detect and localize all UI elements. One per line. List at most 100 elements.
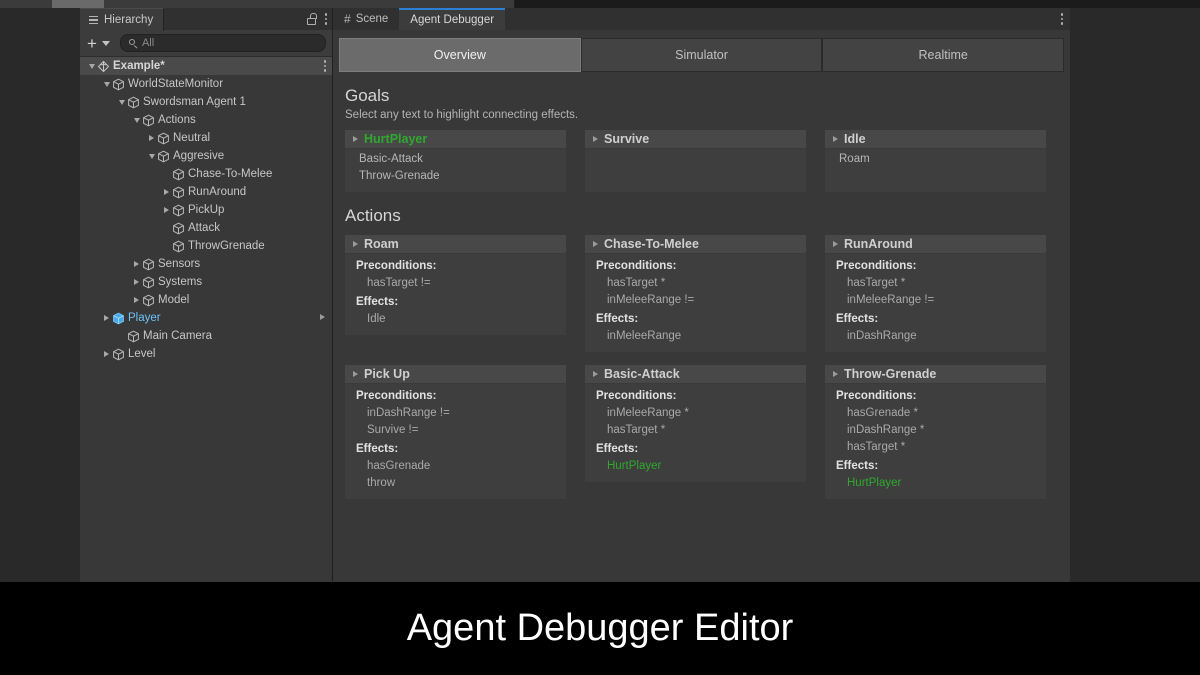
goal-card[interactable]: Survive [585,130,806,192]
twisty-collapsed-icon[interactable] [161,201,172,219]
editor-toolbar-strip[interactable] [0,0,1200,8]
tool-pivot[interactable] [364,0,455,8]
twisty-collapsed-icon[interactable] [593,136,598,142]
tool-rotate[interactable] [104,0,157,8]
kebab-menu-icon[interactable] [1060,12,1064,26]
twisty-collapsed-icon[interactable] [146,129,157,147]
twisty-expanded-icon[interactable] [116,93,127,111]
debugger-tab-scene[interactable]: #Scene [333,8,399,30]
tool-custom[interactable] [312,0,365,8]
tool-global[interactable] [454,0,515,8]
hierarchy-row[interactable]: WorldStateMonitor [80,75,332,93]
effect-item[interactable]: inDashRange [825,328,1046,345]
hierarchy-tab[interactable]: Hierarchy [80,8,164,31]
segment-simulator[interactable]: Simulator [581,38,823,72]
hierarchy-row[interactable]: ThrowGrenade [80,237,332,255]
action-card[interactable]: RunAroundPreconditions:hasTarget *inMele… [825,235,1046,352]
hierarchy-row[interactable]: Player [80,309,332,327]
twisty-expanded-icon[interactable] [101,75,112,93]
goal-card[interactable]: Idle Roam [825,130,1046,192]
hierarchy-row[interactable]: Aggresive [80,147,332,165]
precondition-item[interactable]: inDashRange != [345,405,566,422]
hierarchy-tree[interactable]: Example*WorldStateMonitorSwordsman Agent… [80,57,332,582]
action-card-header[interactable]: Throw-Grenade [825,365,1046,384]
effect-item[interactable]: throw [345,475,566,492]
twisty-collapsed-icon[interactable] [131,273,142,291]
twisty-expanded-icon[interactable] [86,57,97,75]
chevron-right-icon[interactable] [320,314,325,320]
hierarchy-row[interactable]: Swordsman Agent 1 [80,93,332,111]
precondition-item[interactable]: hasGrenade * [825,405,1046,422]
precondition-item[interactable]: inMeleeRange != [825,292,1046,309]
debugger-tab-agent-debugger[interactable]: Agent Debugger [399,8,505,30]
tool-hand[interactable] [0,0,53,8]
twisty-collapsed-icon[interactable] [161,183,172,201]
twisty-collapsed-icon[interactable] [131,291,142,309]
hierarchy-row[interactable]: Model [80,291,332,309]
twisty-collapsed-icon[interactable] [833,136,838,142]
twisty-collapsed-icon[interactable] [833,241,838,247]
hierarchy-row[interactable]: Chase-To-Melee [80,165,332,183]
precondition-item[interactable]: hasTarget != [345,275,566,292]
hierarchy-row[interactable]: Actions [80,111,332,129]
hierarchy-row[interactable]: Attack [80,219,332,237]
twisty-collapsed-icon[interactable] [353,371,358,377]
tool-scale[interactable] [156,0,209,8]
hierarchy-row[interactable]: Main Camera [80,327,332,345]
twisty-collapsed-icon[interactable] [101,309,112,327]
action-card[interactable]: RoamPreconditions:hasTarget !=Effects:Id… [345,235,566,352]
segment-overview[interactable]: Overview [339,38,581,72]
hierarchy-row[interactable]: PickUp [80,201,332,219]
action-card[interactable]: Chase-To-MeleePreconditions:hasTarget *i… [585,235,806,352]
goal-card[interactable]: HurtPlayer Basic-AttackThrow-Grenade [345,130,566,192]
precondition-item[interactable]: inMeleeRange * [585,405,806,422]
segment-realtime[interactable]: Realtime [822,38,1064,72]
precondition-item[interactable]: inMeleeRange != [585,292,806,309]
goal-card-header[interactable]: HurtPlayer [345,130,566,149]
tool-transform[interactable] [260,0,313,8]
twisty-collapsed-icon[interactable] [131,255,142,273]
hierarchy-row[interactable]: RunAround [80,183,332,201]
goal-card-header[interactable]: Idle [825,130,1046,149]
precondition-item[interactable]: hasTarget * [825,275,1046,292]
effect-item[interactable]: Idle [345,311,566,328]
action-card-header[interactable]: RunAround [825,235,1046,254]
goal-card-header[interactable]: Survive [585,130,806,149]
effect-item[interactable]: hasGrenade [345,458,566,475]
precondition-item[interactable]: Survive != [345,422,566,439]
lock-icon[interactable] [306,13,317,25]
add-gameobject-button[interactable]: + [86,35,98,52]
action-card-header[interactable]: Pick Up [345,365,566,384]
effect-item[interactable]: HurtPlayer [585,458,806,475]
twisty-collapsed-icon[interactable] [353,136,358,142]
tool-rect[interactable] [208,0,261,8]
kebab-menu-icon[interactable] [324,12,328,26]
tool-move[interactable] [52,0,105,8]
action-card-header[interactable]: Roam [345,235,566,254]
action-card-header[interactable]: Basic-Attack [585,365,806,384]
precondition-item[interactable]: hasTarget * [585,422,806,439]
twisty-collapsed-icon[interactable] [593,241,598,247]
twisty-expanded-icon[interactable] [146,147,157,165]
hierarchy-row[interactable]: Example* [80,57,332,75]
effect-item[interactable]: inMeleeRange [585,328,806,345]
precondition-item[interactable]: hasTarget * [585,275,806,292]
search-input[interactable]: All [120,34,326,52]
twisty-expanded-icon[interactable] [131,111,142,129]
precondition-item[interactable]: inDashRange * [825,422,1046,439]
hierarchy-row[interactable]: Systems [80,273,332,291]
action-card[interactable]: Throw-GrenadePreconditions:hasGrenade *i… [825,365,1046,499]
twisty-collapsed-icon[interactable] [101,345,112,363]
goal-item[interactable]: Basic-Attack [345,151,566,168]
effect-item[interactable]: HurtPlayer [825,475,1046,492]
precondition-item[interactable]: hasTarget * [825,439,1046,456]
goal-item[interactable]: Throw-Grenade [345,168,566,185]
hierarchy-row[interactable]: Level [80,345,332,363]
twisty-collapsed-icon[interactable] [353,241,358,247]
goal-item[interactable]: Roam [825,151,1046,168]
twisty-collapsed-icon[interactable] [833,371,838,377]
action-card-header[interactable]: Chase-To-Melee [585,235,806,254]
hierarchy-row[interactable]: Neutral [80,129,332,147]
action-card[interactable]: Pick UpPreconditions:inDashRange !=Survi… [345,365,566,499]
hierarchy-row[interactable]: Sensors [80,255,332,273]
